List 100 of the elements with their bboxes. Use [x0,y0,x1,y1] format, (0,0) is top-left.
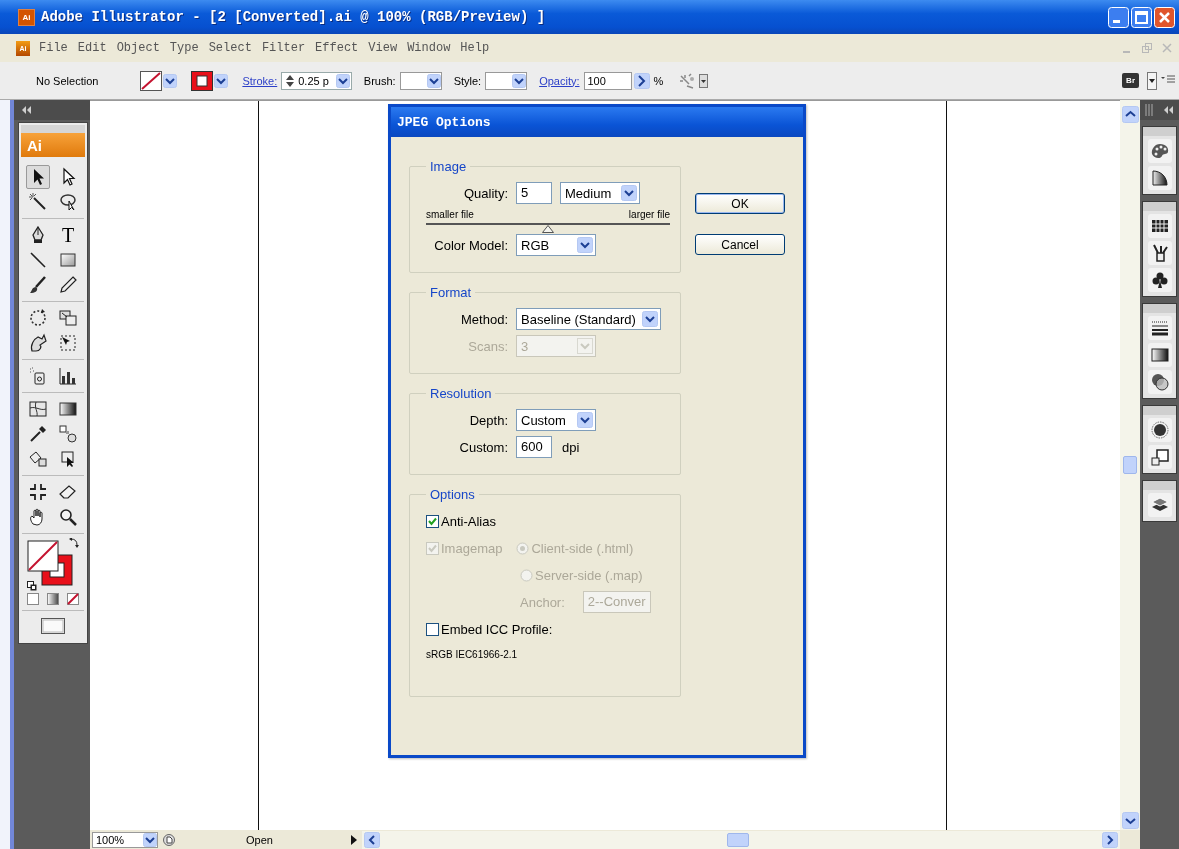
fill-stroke-swatches[interactable] [25,538,75,588]
page-icon[interactable] [162,832,176,847]
brush-cup-icon[interactable] [1147,241,1172,265]
zoom-dropdown[interactable]: 100% [92,831,158,848]
dropdown-arrow-button[interactable] [143,832,157,847]
maximize-button[interactable] [1131,6,1152,28]
field-label: Scans: [467,338,508,354]
group-title: Image [429,159,468,174]
dropdown[interactable]: Custom [516,409,596,431]
panel-grip[interactable] [1143,202,1176,211]
menu-item[interactable]: Effect [310,41,364,55]
panel-grip[interactable] [1143,406,1176,415]
menu-item[interactable]: Help [455,41,495,55]
fill-swatch[interactable] [191,70,214,91]
blend-icon[interactable] [56,422,80,446]
collapse-icon[interactable] [1163,106,1174,114]
slider-min-label: smaller file [426,209,474,220]
triangle-right-icon [350,834,358,845]
field-label: Quality: [462,185,508,201]
dropdown[interactable]: Baseline (Standard) [516,308,661,330]
app-logo: Ai [21,133,85,157]
status-menu[interactable]: Open [176,830,362,849]
group-title: Format [429,285,473,300]
swatch-grid-icon[interactable] [1147,214,1172,238]
dialog-title: JPEG Options [391,107,803,137]
gradient-mode-button[interactable] [46,592,60,606]
chevron-down-icon [577,237,593,253]
slider-max-label: larger file [628,209,670,220]
menu-item[interactable]: Type [164,41,204,55]
type-tool[interactable]: T [56,223,80,247]
gradient-wedge-icon[interactable] [1147,166,1172,190]
dropdown-arrow-button[interactable] [426,73,441,88]
checkbox[interactable] [426,622,439,636]
palette-icon[interactable] [1147,139,1172,163]
chevron-down-icon [621,185,637,201]
menu-item[interactable]: Select [203,41,257,55]
dropdown-arrow-button[interactable] [335,73,350,88]
panel-grip[interactable] [1143,127,1176,136]
checkbox-label[interactable]: Anti-Alias [441,513,496,529]
dropdown[interactable]: RGB [516,234,596,256]
gradient-swatch-icon[interactable] [1147,343,1172,367]
checkbox[interactable] [426,514,439,528]
field-label: Custom: [458,439,508,455]
input-field[interactable]: 5 [516,182,552,204]
dialog-button[interactable]: Cancel [695,234,785,255]
field-label: Depth: [468,412,508,428]
dropdown[interactable]: Medium [560,182,640,204]
overlapping-circles-icon[interactable] [1147,370,1172,394]
none-mode-button[interactable] [66,592,80,606]
scroll-up-button[interactable] [1121,106,1139,123]
checkbox-label[interactable]: Embed ICC Profile: [441,621,553,637]
scroll-left-button[interactable] [364,831,380,848]
chevron-down-icon [577,338,593,354]
scroll-down-button[interactable] [1121,812,1139,829]
dropdown-arrow-button[interactable] [163,73,178,88]
grip-icon[interactable] [1145,104,1154,116]
menu-item[interactable]: Window [402,41,456,55]
scroll-thumb[interactable] [727,832,749,847]
expand-button[interactable] [633,72,650,89]
overlapping-squares-icon[interactable] [1147,445,1172,469]
default-colors-icon[interactable] [27,581,37,591]
stroke-weight-field[interactable]: 0.25 p [281,71,352,90]
input-field[interactable]: 600 [516,436,552,458]
scroll-thumb[interactable] [1123,456,1137,474]
dropdown-arrow-button[interactable] [512,73,527,88]
menu-item[interactable]: Filter [256,41,311,55]
profile-name: sRGB IEC61966-2.1 [426,649,519,660]
panel-grip[interactable] [1143,481,1176,490]
panel-grip[interactable] [1143,304,1176,313]
spinner-icon[interactable] [285,73,296,88]
color-mode-button[interactable] [26,592,40,606]
horizontal-scrollbar[interactable] [362,830,1120,849]
panel-grip[interactable] [21,125,85,133]
vertical-scrollbar[interactable] [1120,100,1140,830]
field-label: Color Model: [433,237,508,253]
brush-dropdown[interactable] [399,71,442,90]
opacity-link[interactable]: Opacity: [539,74,580,87]
scroll-right-button[interactable] [1102,831,1118,848]
swap-arrows-icon[interactable] [69,538,79,548]
club-icon[interactable] [1147,268,1172,292]
brush-label: Brush: [363,74,396,87]
stroke-swatch[interactable] [140,70,163,91]
dialog-button[interactable]: OK [695,193,785,214]
style-dropdown[interactable] [485,71,528,90]
stroke-lines-icon[interactable] [1147,316,1172,340]
menu-item[interactable]: Object [111,41,165,55]
dropdown-arrow-button[interactable] [214,73,229,88]
opacity-field[interactable]: 100 [583,71,632,90]
menu-item[interactable]: File [34,41,73,55]
chevron-down-icon [577,412,593,428]
menu-item[interactable]: View [363,41,403,55]
bridge-button[interactable]: Br [1122,73,1139,88]
menu-item[interactable]: Edit [72,41,112,55]
minimize-button[interactable] [1108,6,1129,28]
screen-mode-button[interactable] [40,617,66,635]
stroke-link[interactable]: Stroke: [242,74,278,87]
app-icon: Ai [18,8,35,26]
layers-icon[interactable] [1147,493,1172,517]
group-title: Resolution [429,386,493,401]
collapse-icon[interactable] [22,106,32,114]
